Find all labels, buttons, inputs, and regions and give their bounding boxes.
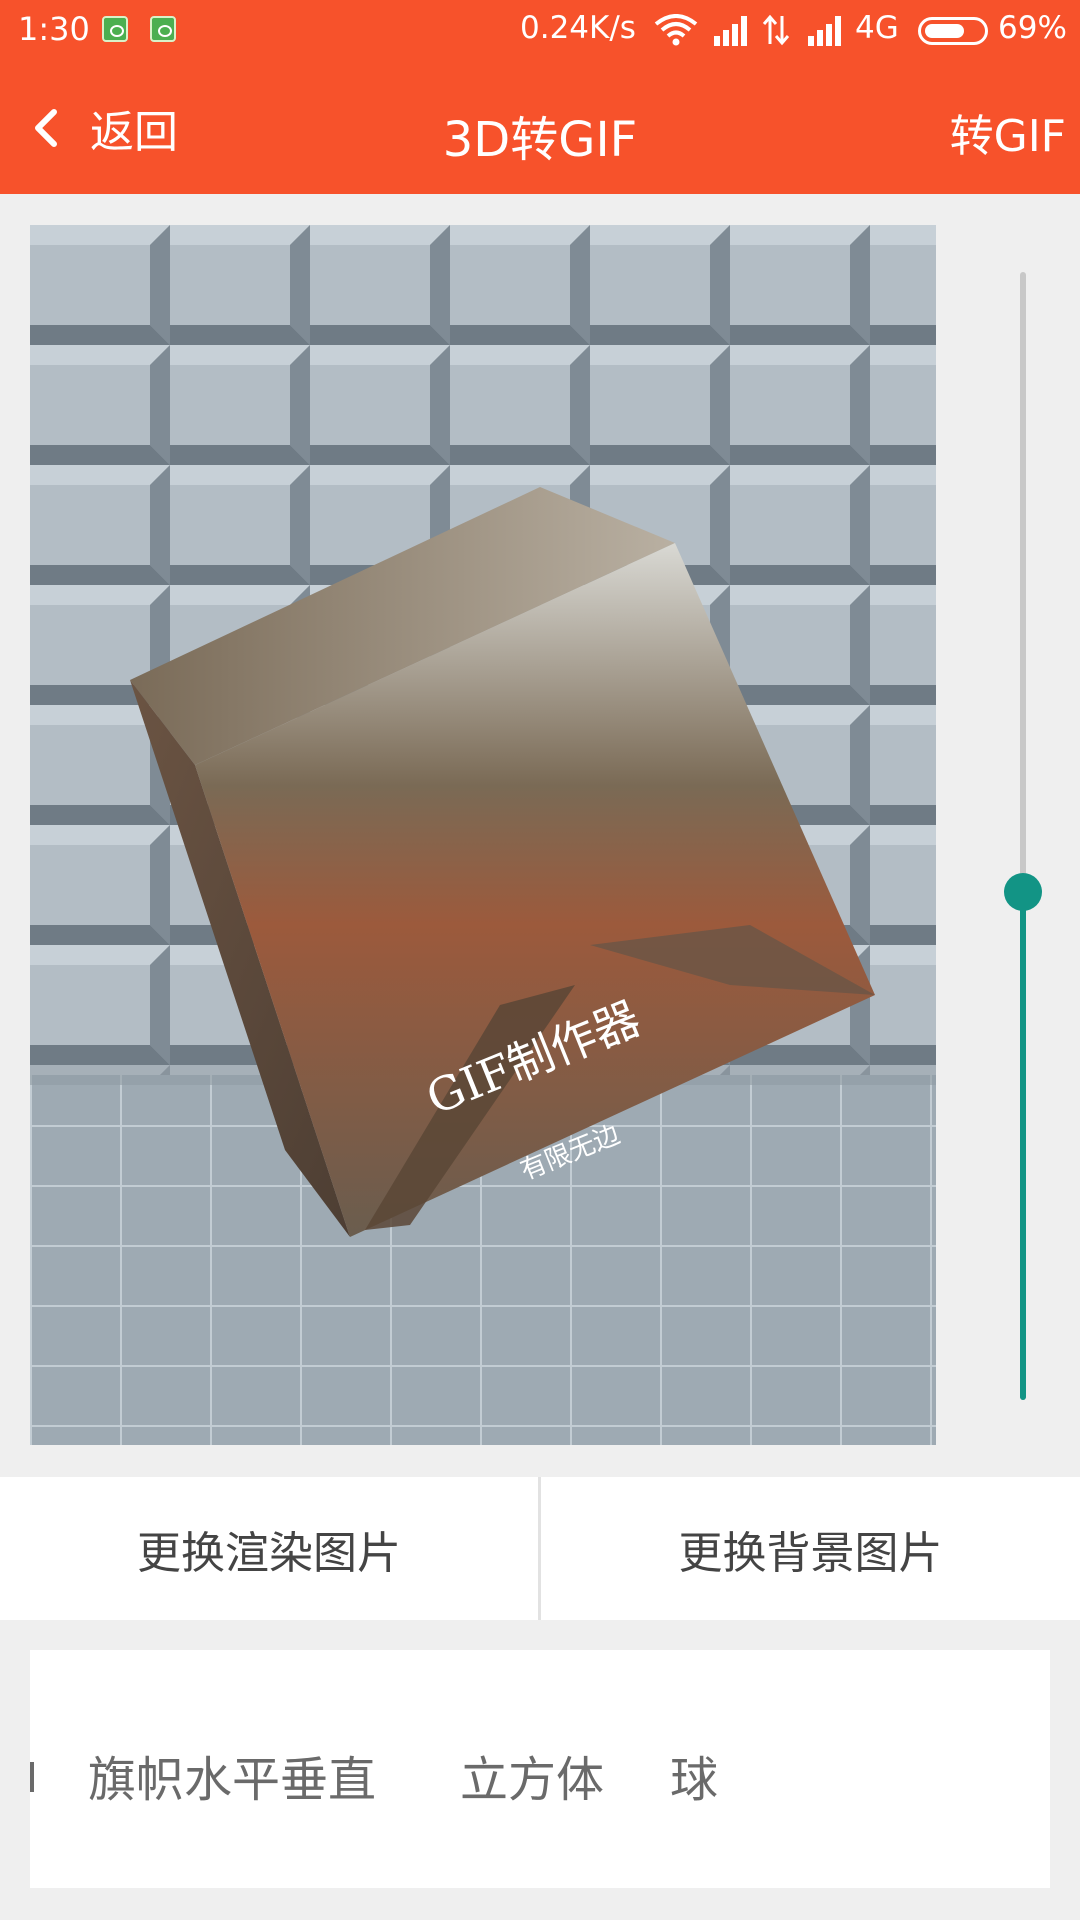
change-render-image-button[interactable]: 更换渲染图片 [0, 1477, 538, 1620]
battery-percent: 69% [998, 10, 1067, 46]
slider-thumb[interactable] [1004, 873, 1042, 912]
notification-app-icon [102, 16, 128, 42]
effect-sphere[interactable]: 球 [670, 1740, 718, 1810]
effect-selector[interactable]: 旗帜水平垂直 立方体 球 [30, 1650, 1050, 1888]
image-actions-bar: 更换渲染图片 更换背景图片 [0, 1477, 1080, 1620]
convert-gif-button[interactable]: 转GIF [950, 100, 1066, 164]
battery-level [925, 24, 964, 38]
signal-icon [714, 16, 747, 46]
network-speed: 0.24K/s [520, 10, 636, 46]
network-type: 4G [855, 10, 899, 46]
status-bar: 1:30 0.24K/s 4G 69% [0, 0, 1080, 62]
app-toolbar: 返回 3D转GIF 转GIF [0, 62, 1080, 194]
page-title: 3D转GIF [442, 112, 638, 168]
status-time: 1:30 [18, 10, 90, 48]
signal-icon [808, 16, 841, 46]
slider-fill [1020, 892, 1026, 1400]
notification-app-icon [150, 16, 176, 42]
battery-icon [918, 17, 988, 45]
data-transfer-icon [762, 14, 790, 46]
3d-preview-canvas[interactable]: GIF制作器 有限无边 [30, 225, 936, 1445]
vertical-slider[interactable] [1000, 272, 1046, 1400]
effect-flag[interactable]: 旗帜水平垂直 [88, 1740, 376, 1810]
effect-cube[interactable]: 立方体 [460, 1740, 604, 1810]
scroll-edge-indicator [30, 1762, 34, 1792]
change-background-image-button[interactable]: 更换背景图片 [541, 1477, 1080, 1620]
wifi-icon [654, 14, 698, 46]
